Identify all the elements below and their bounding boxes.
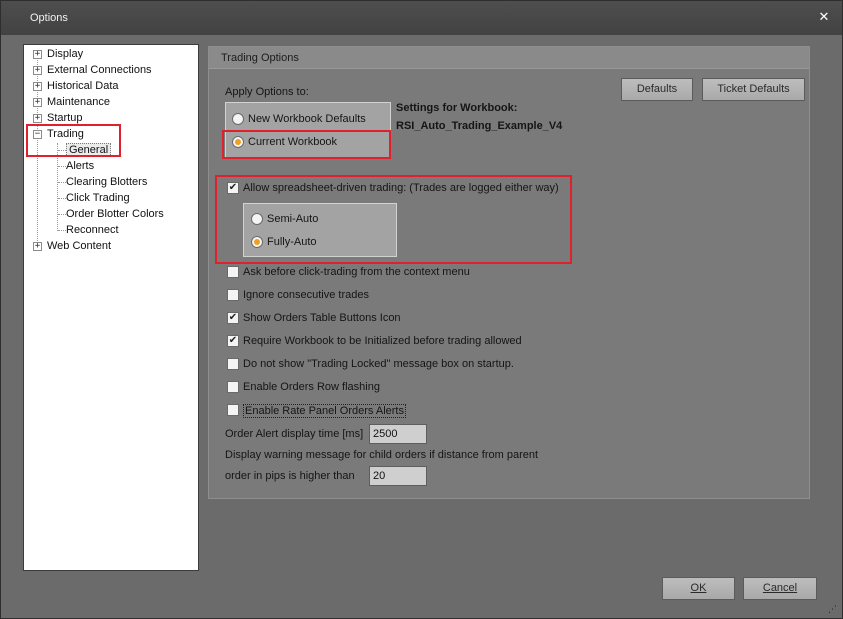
highlight-box-current-workbook (222, 130, 391, 159)
require-workbook-initialized-label[interactable]: Require Workbook to be Initialized befor… (243, 335, 522, 347)
ignore-consecutive-trades-label[interactable]: Ignore consecutive trades (243, 289, 369, 301)
ignore-consecutive-trades-checkbox[interactable] (227, 289, 239, 301)
window-title: Options (30, 12, 68, 24)
order-alert-time-label: Order Alert display time [ms] (225, 428, 364, 440)
defaults-button[interactable]: Defaults (621, 78, 693, 101)
ticket-defaults-button[interactable]: Ticket Defaults (702, 78, 805, 101)
show-orders-table-buttons-label[interactable]: Show Orders Table Buttons Icon (243, 312, 401, 324)
tree-connector (58, 198, 66, 199)
trading-options-panel: Trading Options Apply Options to: Defaul… (208, 46, 810, 499)
tree-item-label: Clearing Blotters (66, 176, 148, 188)
tree-item-label: Display (47, 48, 84, 60)
tree-item-clearing-blotters[interactable]: Clearing Blotters (66, 174, 147, 190)
expand-icon[interactable]: + (33, 66, 42, 75)
tree-item-label: Web Content (47, 240, 112, 252)
require-workbook-initialized-checkbox[interactable]: ✔ (227, 335, 239, 347)
order-alert-time-input[interactable]: 2500 (369, 424, 427, 444)
tree-item-label: Maintenance (47, 96, 110, 108)
enable-orders-row-flashing-checkbox[interactable] (227, 381, 239, 393)
do-not-show-trading-locked-checkbox[interactable] (227, 358, 239, 370)
enable-rate-panel-alerts-label[interactable]: Enable Rate Panel Orders Alerts (243, 404, 406, 418)
cancel-button-label: Cancel (762, 582, 798, 594)
tree-item-alerts[interactable]: Alerts (66, 158, 94, 174)
tree-item-click-trading[interactable]: Click Trading (66, 190, 130, 206)
expand-icon[interactable]: + (33, 82, 42, 91)
tree-item-label: Alerts (66, 160, 95, 172)
tree-item-label: Historical Data (47, 80, 119, 92)
warning-message-label: Display warning message for child orders… (225, 449, 539, 461)
tree-item-order-blotter-colors[interactable]: Order Blotter Colors (66, 206, 164, 222)
close-icon[interactable]: ✕ (817, 10, 831, 24)
expand-icon[interactable]: + (33, 50, 42, 59)
expand-icon[interactable]: + (33, 114, 42, 123)
panel-title: Trading Options (221, 52, 299, 64)
enable-rate-panel-alerts-checkbox[interactable] (227, 404, 239, 416)
tree-connector (58, 182, 66, 183)
tree-item-label: Reconnect (66, 224, 119, 236)
ok-button[interactable]: OK (662, 577, 735, 600)
apply-options-label: Apply Options to: (225, 86, 309, 98)
tree-item-reconnect[interactable]: Reconnect (66, 222, 119, 238)
ok-button-label: OK (690, 582, 707, 594)
tree-connector (58, 214, 66, 215)
pips-threshold-label: order in pips is higher than (225, 470, 355, 482)
highlight-box-allow-trading (215, 175, 572, 264)
ask-before-click-trading-label[interactable]: Ask before click-trading from the contex… (243, 266, 470, 278)
highlight-box-trading (26, 124, 121, 157)
options-dialog: Options ✕ + Display + External Connectio… (0, 0, 843, 619)
settings-for-workbook-label: Settings for Workbook: (396, 102, 518, 114)
title-bar: Options ✕ (1, 1, 842, 35)
enable-orders-row-flashing-label[interactable]: Enable Orders Row flashing (243, 381, 380, 393)
pips-threshold-input[interactable]: 20 (369, 466, 427, 486)
resize-grip-icon[interactable]: ⋰ (828, 604, 838, 614)
new-workbook-radio[interactable] (232, 113, 244, 125)
tree-item-label: Order Blotter Colors (66, 208, 164, 220)
panel-header: Trading Options (209, 47, 809, 69)
tree-connector (58, 166, 66, 167)
do-not-show-trading-locked-label[interactable]: Do not show "Trading Locked" message box… (243, 358, 514, 370)
tree-item-label: Click Trading (66, 192, 130, 204)
show-orders-table-buttons-checkbox[interactable]: ✔ (227, 312, 239, 324)
expand-icon[interactable]: + (33, 98, 42, 107)
ask-before-click-trading-checkbox[interactable] (227, 266, 239, 278)
tree-item-label: External Connections (47, 64, 152, 76)
tree-connector (58, 230, 66, 231)
workbook-name: RSI_Auto_Trading_Example_V4 (396, 120, 563, 132)
expand-icon[interactable]: + (33, 242, 42, 251)
cancel-button[interactable]: Cancel (743, 577, 817, 600)
new-workbook-label[interactable]: New Workbook Defaults (248, 113, 366, 125)
